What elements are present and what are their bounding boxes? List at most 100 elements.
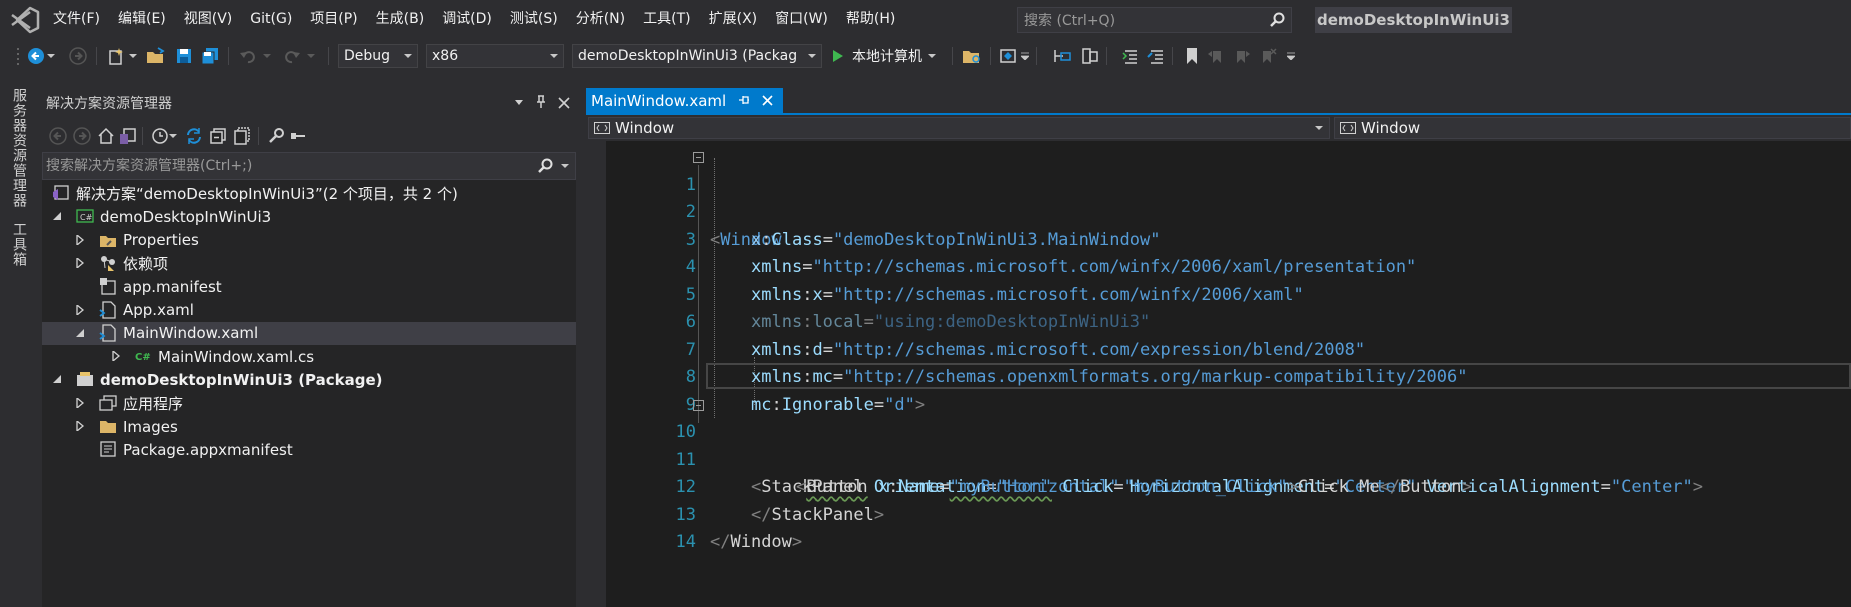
run-target-label: 本地计算机 bbox=[852, 49, 922, 65]
tree-item[interactable]: demoDesktopInWinUi3 (Package) bbox=[42, 368, 576, 391]
menu-edit[interactable]: 编辑(E) bbox=[109, 0, 175, 38]
code-line: 14 bbox=[586, 502, 1851, 552]
menu-help[interactable]: 帮助(H) bbox=[837, 0, 904, 38]
startup-project-dropdown[interactable]: demoDesktopInWinUi3 (Packag bbox=[572, 44, 822, 68]
comment-out-icon[interactable] bbox=[1120, 46, 1140, 66]
close-panel-icon[interactable] bbox=[558, 95, 570, 109]
tree-item[interactable]: C# MainWindow.xaml.cs bbox=[42, 345, 576, 368]
code-line: 1 <Window bbox=[586, 144, 1851, 250]
element-member-dropdown[interactable]: Window bbox=[1334, 117, 1851, 139]
browser-link-icon[interactable] bbox=[998, 46, 1018, 66]
tree-item[interactable]: 依赖项 bbox=[42, 252, 576, 275]
solution-explorer-folder-icon[interactable] bbox=[962, 46, 982, 66]
toolbar-options-icon[interactable] bbox=[1286, 46, 1296, 66]
tree-item[interactable]: 应用程序 bbox=[42, 392, 576, 415]
panel-options-icon[interactable] bbox=[514, 95, 524, 109]
open-file-icon[interactable] bbox=[146, 46, 166, 66]
redo-icon[interactable] bbox=[282, 46, 302, 66]
tab-pin-icon[interactable] bbox=[738, 93, 750, 107]
solution-explorer-search-input[interactable]: 搜索解决方案资源管理器(Ctrl+;) bbox=[42, 152, 576, 180]
menu-tools[interactable]: 工具(T) bbox=[634, 0, 699, 38]
bookmark-icon[interactable] bbox=[1182, 46, 1202, 66]
navigate-back-icon[interactable] bbox=[26, 46, 46, 66]
undo-icon[interactable] bbox=[238, 46, 258, 66]
previous-bookmark-icon[interactable] bbox=[1206, 46, 1226, 66]
tree-item-label: App.xaml bbox=[123, 301, 194, 319]
svg-text:C#: C# bbox=[80, 213, 93, 222]
preview-selected-items-icon[interactable] bbox=[288, 126, 308, 146]
menu-extensions[interactable]: 扩展(X) bbox=[700, 0, 767, 38]
menu-git[interactable]: Git(G) bbox=[241, 0, 301, 38]
expand-node-icon[interactable] bbox=[75, 304, 85, 315]
collapse-region-icon[interactable] bbox=[693, 152, 704, 163]
show-all-files-icon[interactable] bbox=[232, 126, 252, 146]
menu-view[interactable]: 视图(V) bbox=[175, 0, 242, 38]
redo-dropdown-icon[interactable] bbox=[306, 46, 316, 66]
server-explorer-tab[interactable]: 服务器资源管理器 bbox=[9, 88, 29, 208]
start-debugging-button[interactable]: 本地计算机 bbox=[832, 44, 936, 68]
tree-item[interactable]: MainWindow.xaml bbox=[42, 321, 576, 345]
collapse-node-icon[interactable] bbox=[52, 374, 62, 384]
track-changes-icon[interactable] bbox=[1080, 46, 1100, 66]
next-bookmark-icon[interactable] bbox=[1232, 46, 1252, 66]
csharp-file-icon: C# bbox=[134, 347, 152, 365]
pending-changes-filter-icon[interactable] bbox=[150, 126, 170, 146]
expand-node-icon[interactable] bbox=[111, 351, 121, 362]
tree-item[interactable]: 解决方案“demoDesktopInWinUi3”(2 个项目，共 2 个) bbox=[42, 182, 576, 205]
menu-project[interactable]: 项目(P) bbox=[301, 0, 366, 38]
tab-close-icon[interactable] bbox=[761, 93, 773, 107]
menu-build[interactable]: 生成(B) bbox=[367, 0, 434, 38]
tree-item[interactable]: App.xaml bbox=[42, 299, 576, 322]
properties-wrench-icon[interactable] bbox=[266, 126, 286, 146]
save-all-icon[interactable] bbox=[200, 46, 220, 66]
tree-item[interactable]: C# demoDesktopInWinUi3 bbox=[42, 205, 576, 228]
collapse-region-icon[interactable] bbox=[693, 399, 704, 411]
toolbar-grip-icon bbox=[8, 46, 28, 66]
document-tab-mainwindow[interactable]: MainWindow.xaml bbox=[586, 88, 783, 114]
run-dropdown-icon[interactable] bbox=[928, 53, 936, 59]
undo-dropdown-icon[interactable] bbox=[262, 46, 272, 66]
uncomment-icon[interactable] bbox=[1146, 46, 1166, 66]
expand-node-icon[interactable] bbox=[75, 257, 85, 268]
se-back-icon[interactable] bbox=[48, 126, 68, 146]
expand-node-icon[interactable] bbox=[75, 397, 85, 408]
hot-reload-icon[interactable] bbox=[1052, 46, 1072, 66]
expand-node-icon[interactable] bbox=[75, 421, 85, 431]
platform-dropdown[interactable]: x86 bbox=[426, 44, 564, 68]
global-search-input[interactable]: 搜索 (Ctrl+Q) bbox=[1017, 7, 1292, 33]
navigate-forward-icon[interactable] bbox=[68, 46, 88, 66]
panel-splitter[interactable] bbox=[576, 74, 586, 607]
menu-analyze[interactable]: 分析(N) bbox=[567, 0, 634, 38]
save-icon[interactable] bbox=[174, 46, 194, 66]
pin-icon[interactable] bbox=[536, 95, 546, 109]
se-search-options-icon[interactable] bbox=[561, 164, 569, 169]
filter-dropdown-icon[interactable] bbox=[168, 126, 178, 146]
tree-item[interactable]: Properties bbox=[42, 229, 576, 252]
tree-item[interactable]: Package.appxmanifest bbox=[42, 438, 576, 461]
switch-views-icon[interactable] bbox=[118, 126, 138, 146]
browser-link-dropdown-icon[interactable] bbox=[1020, 46, 1030, 66]
sync-with-active-document-icon[interactable] bbox=[184, 126, 204, 146]
expand-node-icon[interactable] bbox=[75, 234, 85, 245]
se-forward-icon[interactable] bbox=[72, 126, 92, 146]
menu-file[interactable]: 文件(F) bbox=[44, 0, 109, 38]
code-editor[interactable]: 1 <Window 2 x:Class="demoDesktopInWinUi3… bbox=[586, 141, 1851, 607]
new-project-icon[interactable] bbox=[106, 46, 126, 66]
clear-bookmarks-icon[interactable] bbox=[1258, 46, 1278, 66]
collapse-all-icon[interactable] bbox=[208, 126, 228, 146]
tree-item[interactable]: app.manifest bbox=[42, 275, 576, 298]
solution-explorer-panel: 解决方案资源管理器 搜索解决方案资源管理器(Ctrl+;) 解决方案“demoD… bbox=[42, 88, 576, 607]
home-icon[interactable] bbox=[96, 126, 116, 146]
configuration-dropdown[interactable]: Debug bbox=[338, 44, 418, 68]
tree-item[interactable]: Images bbox=[42, 415, 576, 438]
menu-test[interactable]: 测试(S) bbox=[501, 0, 567, 38]
menu-debug[interactable]: 调试(D) bbox=[433, 0, 501, 38]
element-scope-dropdown[interactable]: Window bbox=[588, 117, 1330, 139]
collapse-node-icon[interactable] bbox=[52, 211, 62, 221]
solution-explorer-toolbar bbox=[42, 118, 576, 152]
toolbox-tab[interactable]: 工具箱 bbox=[9, 222, 29, 267]
menu-window[interactable]: 窗口(W) bbox=[766, 0, 837, 38]
new-dropdown-icon[interactable] bbox=[128, 46, 138, 66]
back-dropdown-icon[interactable] bbox=[46, 46, 56, 66]
collapse-node-icon[interactable] bbox=[75, 328, 85, 338]
